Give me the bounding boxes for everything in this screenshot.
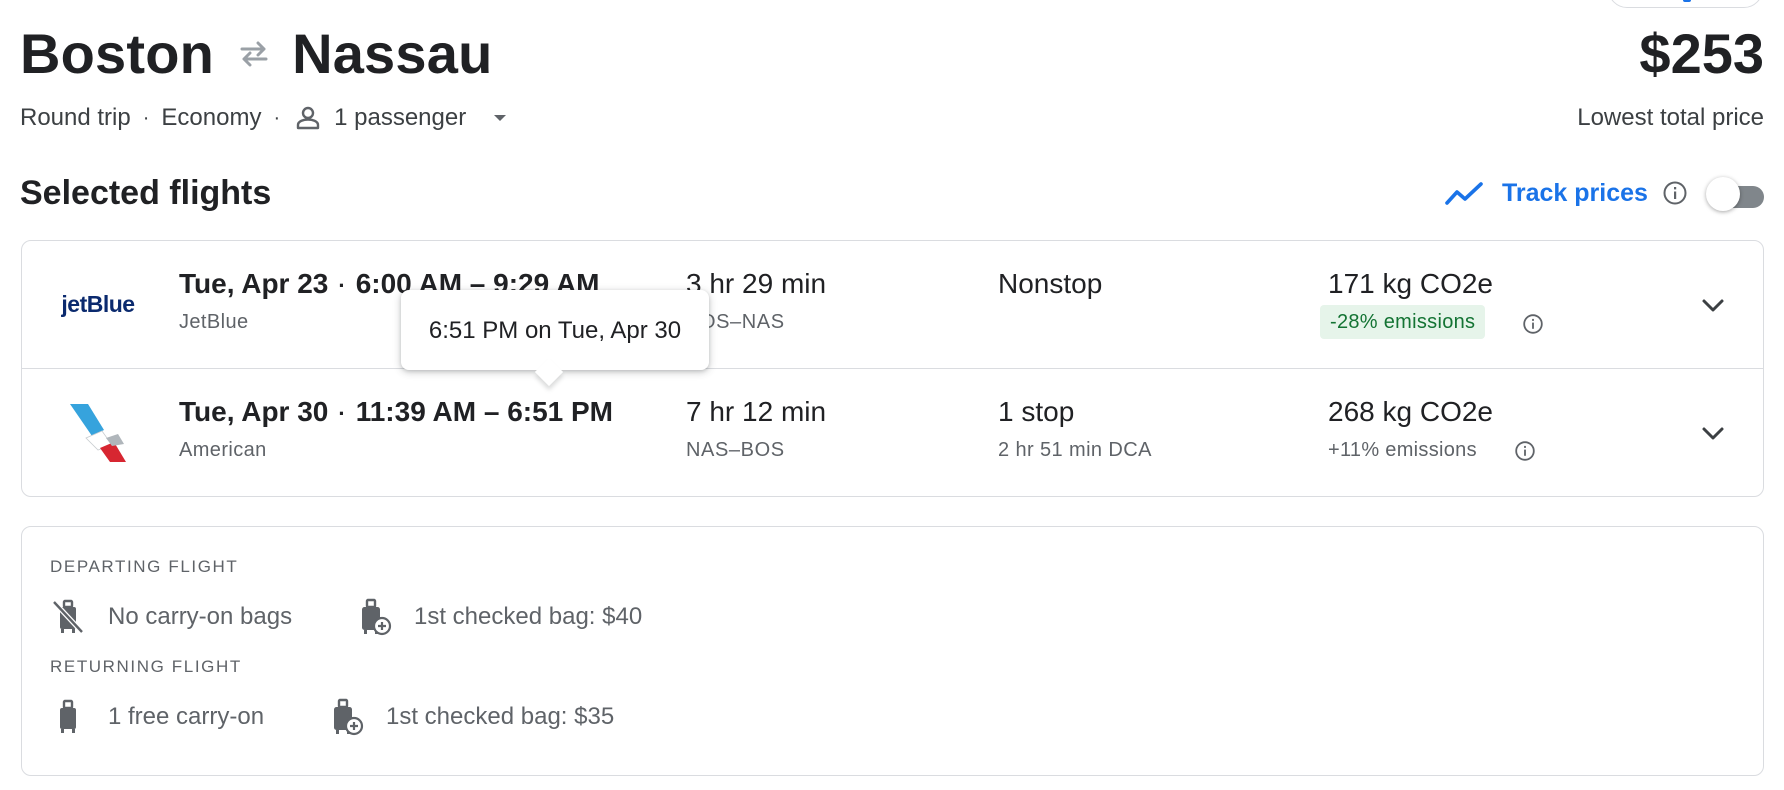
checked-bag-icon [334,698,364,736]
trip-type: Round trip [20,104,131,131]
returning-carry-on: 1 free carry-on [50,698,264,736]
airline-name: JetBlue [179,311,249,333]
cabin-class: Economy [161,104,262,131]
total-price: $253 [1639,22,1764,85]
returning-checked-bag: 1st checked bag: $35 [328,698,614,736]
returning-carry-on-text: 1 free carry-on [108,703,265,730]
cutoff-indicator [1683,0,1691,2]
baggage-card: DEPARTING FLIGHT No carry-on bags 1st ch… [21,526,1764,776]
flight-row-returning[interactable]: Tue, Apr 30 · 11:39 AM – 6:51 PM American … [22,369,1763,497]
destination-city: Nassau [292,22,493,85]
separator-dot: · [273,106,281,129]
returning-flight-heading: RETURNING FLIGHT [50,657,242,676]
info-icon[interactable] [1662,180,1688,206]
departing-carry-on-text: No carry-on bags [108,603,293,630]
separator-dot: · [338,273,346,298]
tooltip-text: 6:51 PM on Tue, Apr 30 [428,317,682,344]
airport-codes: NAS–BOS [686,439,785,461]
swap-arrows-icon [240,41,268,67]
jetblue-logo-text: jetBlue [61,290,135,317]
track-prices-control[interactable]: Track prices [1444,178,1688,208]
flight-row-departing[interactable]: jetBlue Tue, Apr 23 · 6:00 AM – 9:29 AM Je… [22,241,1763,369]
checked-bag-icon [362,598,392,636]
layover-info: 2 hr 51 min DCA [998,439,1152,461]
separator-dot: · [338,401,346,426]
flight-times: Tue, Apr 30 · 11:39 AM – 6:51 PM [179,396,613,428]
price-caption: Lowest total price [1577,104,1764,131]
american-airlines-logo [58,399,138,465]
no-carry-on-bag-icon [52,599,84,634]
departing-carry-on: No carry-on bags [50,598,292,636]
dropdown-caret-icon[interactable] [488,106,512,130]
flight-time-range: 11:39 AM – 6:51 PM [355,396,614,427]
arrival-time-tooltip: 6:51 PM on Tue, Apr 30 [401,290,709,387]
flight-duration: 7 hr 12 min [686,396,827,427]
top-cutoff-button[interactable] [1608,0,1763,8]
returning-checked-text: 1st checked bag: $35 [386,703,615,730]
departing-flight-heading: DEPARTING FLIGHT [50,557,239,576]
chevron-down-icon[interactable] [1697,417,1729,449]
stops-count: Nonstop [998,268,1103,299]
stops-count: 1 stop [998,396,1075,427]
origin-city: Boston [20,22,215,85]
american-airlines-tail-icon [70,404,126,462]
info-icon[interactable] [1514,440,1536,462]
route-title: Boston Nassau [20,22,493,86]
emissions-value: 268 kg CO2e [1328,396,1493,427]
info-icon[interactable] [1522,313,1544,335]
track-prices-label[interactable]: Track prices [1502,179,1648,208]
separator-dot: · [142,106,150,129]
emissions-delta: +11% emissions [1328,439,1477,461]
trip-summary[interactable]: Round trip · Economy · 1 passenger [20,104,512,132]
selected-flights-heading: Selected flights [20,174,272,212]
flight-date: Tue, Apr 23 [179,268,329,299]
jetblue-logo: jetBlue [58,271,138,337]
departing-checked-text: 1st checked bag: $40 [414,603,643,630]
track-prices-toggle[interactable] [1706,177,1764,211]
flight-date: Tue, Apr 30 [179,396,329,427]
selected-flights-card: jetBlue Tue, Apr 23 · 6:00 AM – 9:29 AM Je… [21,240,1764,497]
passenger-count: 1 passenger [334,104,467,131]
emissions-value: 171 kg CO2e [1328,268,1493,299]
person-icon [296,106,320,130]
emissions-badge: -28% emissions [1320,305,1486,339]
toggle-knob [1706,177,1740,211]
airline-name: American [179,439,267,461]
chevron-down-icon[interactable] [1697,289,1729,321]
trending-up-icon [1445,182,1483,205]
carry-on-bag-icon [60,699,76,733]
departing-checked-bag: 1st checked bag: $40 [356,598,642,636]
